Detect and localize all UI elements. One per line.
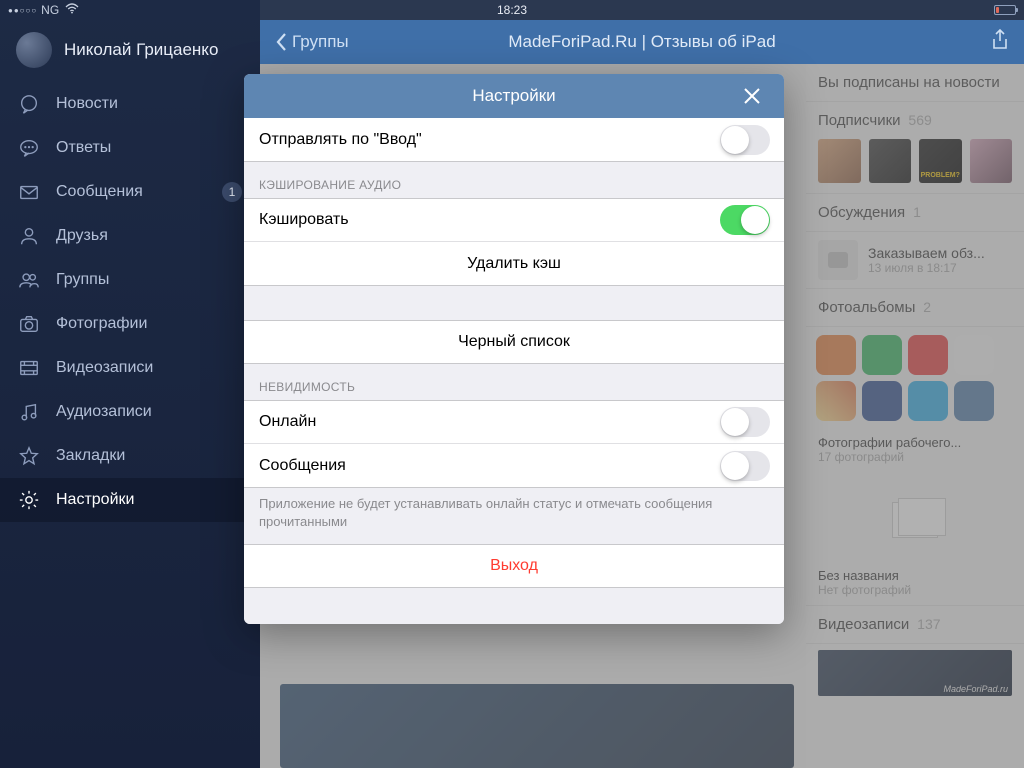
sidebar-item-news[interactable]: Новости [0,82,260,126]
status-bar: ●●○○○ NG 18:23 [0,0,1024,20]
speech-bubble-icon [16,93,42,115]
background-photo [280,684,794,768]
sidebar-item-label: Новости [56,95,118,113]
subscriber-thumb[interactable] [869,139,912,183]
setting-label: Сообщения [259,457,346,475]
sidebar-item-label: Аудиозаписи [56,403,152,421]
sidebar-item-label: Ответы [56,139,111,157]
nav-header: Группы MadeForiPad.Ru | Отзывы об iPad [260,20,1024,64]
close-icon [743,87,761,105]
sidebar-item-photos[interactable]: Фотографии [0,302,260,346]
sidebar-item-label: Настройки [56,491,134,509]
album-title: Без названия [806,568,1024,583]
right-column: Вы подписаны на новости Подписчики 569 P… [806,64,1024,768]
sidebar-item-settings[interactable]: Настройки [0,478,260,522]
sidebar-item-groups[interactable]: Группы [0,258,260,302]
setting-label: Черный список [458,333,570,351]
clear-cache-button[interactable]: Удалить кэш [244,242,784,286]
discussion-title: Заказываем обз... [868,245,985,261]
modal-bottom-spacer [244,588,784,624]
sidebar-item-friends[interactable]: Друзья [0,214,260,258]
toggle-switch[interactable] [720,125,770,155]
setting-send-on-enter[interactable]: Отправлять по "Ввод" [244,118,784,162]
section-footer-invisibility: Приложение не будет устанавливать онлайн… [244,488,784,544]
sidebar-item-audio[interactable]: Аудиозаписи [0,390,260,434]
discussion-item[interactable]: Заказываем обз... 13 июля в 18:17 [806,232,1024,288]
share-button[interactable] [990,28,1010,57]
empty-album[interactable] [806,472,1024,568]
sidebar-item-replies[interactable]: Ответы [0,126,260,170]
battery-icon [994,5,1016,15]
people-icon [16,269,42,291]
discussions-header[interactable]: Обсуждения 1 [806,193,1024,232]
sidebar-item-messages[interactable]: Сообщения 1 [0,170,260,214]
profile-row[interactable]: Николай Грицаенко [0,24,260,82]
setting-cache[interactable]: Кэшировать [244,198,784,242]
discussion-time: 13 июля в 18:17 [868,261,985,275]
back-label: Группы [292,32,349,52]
page-title: MadeForiPad.Ru | Отзывы об iPad [508,32,775,52]
setting-label: Онлайн [259,413,316,431]
setting-label: Удалить кэш [467,255,561,273]
section-spacer [244,286,784,320]
subscriber-thumb[interactable] [970,139,1013,183]
toggle-switch[interactable] [720,205,770,235]
sidebar-item-label: Закладки [56,447,125,465]
signal-dots: ●●○○○ [8,6,37,15]
section-header-cache: КЭШИРОВАНИЕ АУДИО [244,162,784,198]
status-clock: 18:23 [497,3,527,17]
carrier-label: NG [41,3,59,17]
back-button[interactable]: Группы [274,31,349,53]
blacklist-button[interactable]: Черный список [244,320,784,364]
profile-name: Николай Грицаенко [64,40,218,60]
subscribed-row[interactable]: Вы подписаны на новости [806,64,1024,102]
modal-title: Настройки [472,86,555,106]
chevron-left-icon [274,31,288,53]
sidebar-item-label: Друзья [56,227,108,245]
sidebar: Николай Грицаенко Новости Ответы Сообщен… [0,0,260,768]
album-subtitle: Нет фотографий [806,583,1024,605]
videos-header[interactable]: Видеозаписи 137 [806,605,1024,644]
close-button[interactable] [730,74,774,118]
camera-icon [16,313,42,335]
setting-label: Выход [490,557,538,575]
mail-icon [16,181,42,203]
sidebar-item-label: Сообщения [56,183,143,201]
unread-badge: 1 [222,182,242,202]
subscriber-thumb[interactable] [818,139,861,183]
album-preview[interactable] [806,327,1024,435]
subscriber-thumbs: PROBLEM? [806,129,1024,193]
setting-online[interactable]: Онлайн [244,400,784,444]
chat-icon [16,137,42,159]
setting-messages[interactable]: Сообщения [244,444,784,488]
share-icon [990,28,1010,52]
album-title: Фотографии рабочего... [806,435,1024,450]
sidebar-item-label: Видеозаписи [56,359,153,377]
setting-label: Кэшировать [259,211,349,229]
gear-icon [16,489,42,511]
setting-label: Отправлять по "Ввод" [259,131,422,149]
settings-modal: Настройки Отправлять по "Ввод" КЭШИРОВАН… [244,74,784,624]
sidebar-item-videos[interactable]: Видеозаписи [0,346,260,390]
subscribers-header[interactable]: Подписчики 569 [806,102,1024,129]
logout-button[interactable]: Выход [244,544,784,588]
toggle-switch[interactable] [720,407,770,437]
person-icon [16,225,42,247]
toggle-switch[interactable] [720,451,770,481]
wifi-icon [65,3,79,17]
section-header-invisibility: НЕВИДИМОСТЬ [244,364,784,400]
star-icon [16,445,42,467]
film-icon [16,357,42,379]
sidebar-item-label: Группы [56,271,109,289]
albums-header[interactable]: Фотоальбомы 2 [806,288,1024,327]
subscriber-thumb[interactable]: PROBLEM? [919,139,962,183]
video-preview[interactable]: MadeForiPad.ru [818,650,1012,696]
modal-header: Настройки [244,74,784,118]
sidebar-item-bookmarks[interactable]: Закладки [0,434,260,478]
discussion-icon [818,240,858,280]
avatar [16,32,52,68]
sidebar-item-label: Фотографии [56,315,147,333]
album-subtitle: 17 фотографий [806,450,1024,472]
music-note-icon [16,401,42,423]
